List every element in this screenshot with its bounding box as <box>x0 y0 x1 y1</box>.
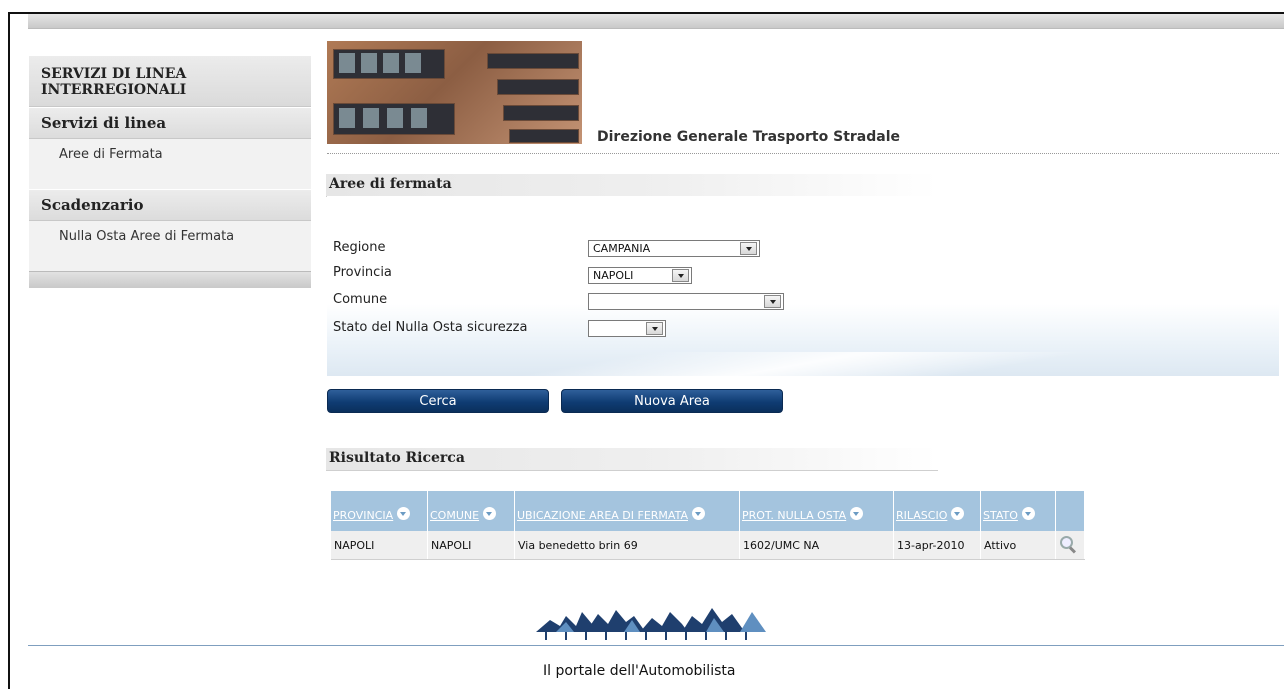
sort-arrow-icon[interactable] <box>1021 506 1035 520</box>
sidebar: SERVIZI DI LINEA INTERREGIONALI Servizi … <box>29 56 311 288</box>
sidebar-item-nulla-osta[interactable]: Nulla Osta Aree di Fermata <box>29 221 311 271</box>
header-building-photo <box>327 41 582 144</box>
chevron-down-icon <box>764 295 781 308</box>
results-section-header: Risultato Ricerca <box>326 448 938 471</box>
comune-label: Comune <box>333 292 388 307</box>
col-header-actions <box>1055 491 1085 531</box>
sidebar-heading-servizi: Servizi di linea <box>29 107 311 139</box>
col-header-comune[interactable]: COMUNE <box>427 491 515 531</box>
form-decoration <box>327 352 1279 376</box>
footer-portal-title: Il portale dell'Automobilista <box>543 663 736 679</box>
col-header-prot[interactable]: PROT. NULLA OSTA <box>739 491 894 531</box>
trees-logo <box>536 608 766 640</box>
table-row: NAPOLI NAPOLI Via benedetto brin 69 1602… <box>331 531 1085 560</box>
cell-comune: NAPOLI <box>427 531 515 560</box>
sort-arrow-icon[interactable] <box>483 506 497 520</box>
regione-value: CAMPANIA <box>593 242 651 255</box>
cell-rilascio: 13-apr-2010 <box>893 531 981 560</box>
search-section-title: Aree di fermata <box>329 176 452 192</box>
cell-stato: Attivo <box>980 531 1056 560</box>
search-form <box>327 196 1279 376</box>
chevron-down-icon <box>646 322 663 335</box>
col-header-rilascio[interactable]: RILASCIO <box>893 491 981 531</box>
provincia-label: Provincia <box>333 265 392 280</box>
magnifier-icon[interactable] <box>1059 535 1077 553</box>
sort-link-comune[interactable]: COMUNE <box>430 509 479 522</box>
sort-arrow-icon[interactable] <box>850 506 864 520</box>
new-area-button[interactable]: Nuova Area <box>561 389 783 413</box>
sidebar-item-aree-di-fermata[interactable]: Aree di Fermata <box>29 139 311 189</box>
footer-divider <box>28 645 1284 646</box>
sort-link-provincia[interactable]: PROVINCIA <box>333 509 393 522</box>
provincia-select[interactable]: NAPOLI <box>588 267 692 284</box>
table-header-row: PROVINCIA COMUNE UBICAZIONE AREA DI FERM… <box>331 491 1085 531</box>
regione-select[interactable]: CAMPANIA <box>588 240 760 257</box>
search-section-header: Aree di fermata <box>326 174 938 197</box>
provincia-value: NAPOLI <box>593 269 634 282</box>
cell-ubicazione: Via benedetto brin 69 <box>514 531 740 560</box>
sort-arrow-icon[interactable] <box>691 506 705 520</box>
sort-arrow-icon[interactable] <box>951 506 965 520</box>
comune-select[interactable] <box>588 293 784 310</box>
col-header-provincia[interactable]: PROVINCIA <box>331 491 428 531</box>
sort-link-stato[interactable]: STATO <box>983 509 1018 522</box>
regione-label: Regione <box>333 240 386 255</box>
col-header-ubicazione[interactable]: UBICAZIONE AREA DI FERMATA <box>514 491 740 531</box>
results-table: PROVINCIA COMUNE UBICAZIONE AREA DI FERM… <box>331 491 1085 560</box>
sort-link-prot[interactable]: PROT. NULLA OSTA <box>742 509 846 522</box>
cell-prot: 1602/UMC NA <box>739 531 894 560</box>
top-bar <box>28 14 1284 29</box>
stato-select[interactable] <box>588 320 666 337</box>
col-header-stato[interactable]: STATO <box>980 491 1056 531</box>
sidebar-footer-bar <box>29 271 311 288</box>
sort-link-ubicazione[interactable]: UBICAZIONE AREA DI FERMATA <box>517 509 688 522</box>
chevron-down-icon <box>740 242 757 255</box>
results-section-title: Risultato Ricerca <box>329 450 465 466</box>
department-title: Direzione Generale Trasporto Stradale <box>597 129 901 145</box>
sort-link-rilascio[interactable]: RILASCIO <box>896 509 947 522</box>
chevron-down-icon <box>672 269 689 282</box>
header-divider <box>327 153 1279 154</box>
stato-label: Stato del Nulla Osta sicurezza <box>333 320 528 335</box>
sidebar-title: SERVIZI DI LINEA INTERREGIONALI <box>29 56 311 107</box>
sidebar-heading-scadenzario: Scadenzario <box>29 189 311 221</box>
cell-provincia: NAPOLI <box>331 531 428 560</box>
cell-actions <box>1055 531 1085 560</box>
sort-arrow-icon[interactable] <box>397 506 411 520</box>
search-button[interactable]: Cerca <box>327 389 549 413</box>
